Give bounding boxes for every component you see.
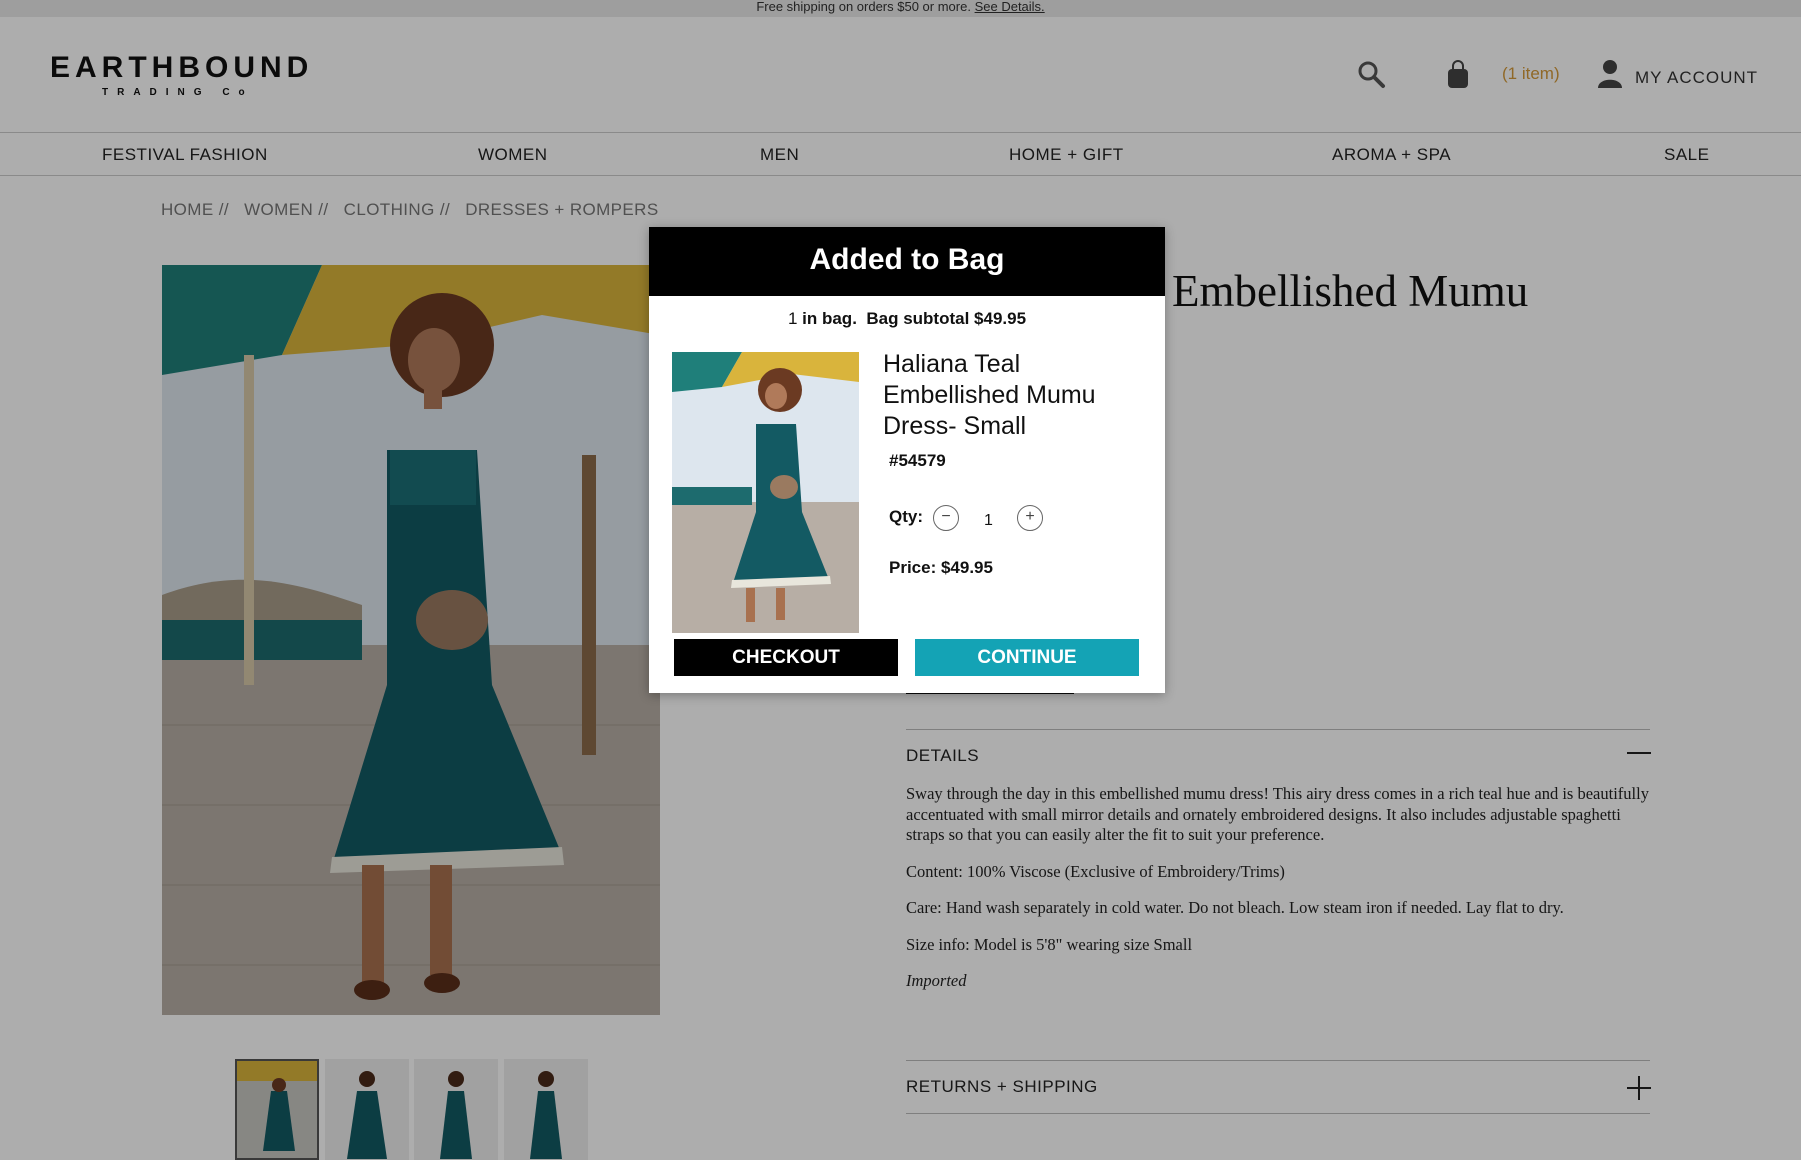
checkout-button[interactable]: CHECKOUT (674, 639, 898, 676)
bag-summary: 1 in bag. Bag subtotal $49.95 (649, 309, 1165, 329)
modal-title: Added to Bag (649, 227, 1165, 296)
modal-item-price: Price: $49.95 (889, 558, 993, 577)
continue-button[interactable]: CONTINUE (915, 639, 1139, 676)
added-to-bag-modal: Added to Bag 1 in bag. Bag subtotal $49.… (649, 227, 1165, 693)
qty-decrease-button[interactable]: − (933, 505, 959, 531)
modal-photo-illustration (672, 352, 859, 633)
bag-subtotal: Bag subtotal $49.95 (866, 309, 1027, 328)
bag-item-text: in bag. (802, 309, 857, 328)
modal-item-name: Haliana Teal Embellished Mumu Dress- Sma… (883, 350, 1096, 440)
qty-value: 1 (984, 512, 993, 529)
bag-item-count: 1 (787, 309, 798, 328)
modal-item-sku: #54579 (889, 451, 946, 470)
qty-increase-button[interactable]: + (1017, 505, 1043, 531)
qty-label: Qty: (889, 507, 923, 526)
modal-product-image (672, 352, 859, 633)
